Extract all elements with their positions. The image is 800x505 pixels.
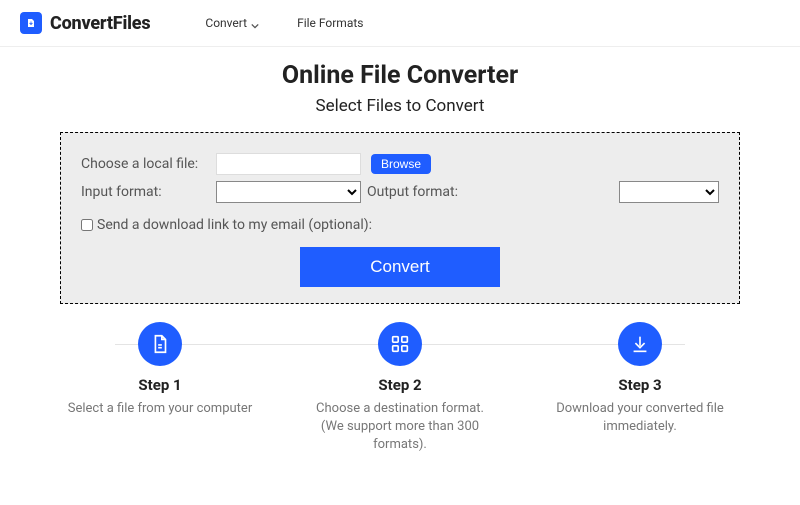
- row-choose-file: Choose a local file: Browse: [81, 153, 719, 175]
- chevron-down-icon: [251, 19, 259, 27]
- email-opt-label: Send a download link to my email (option…: [97, 217, 372, 233]
- step-1-desc: Select a file from your computer: [60, 400, 260, 418]
- choose-file-label: Choose a local file:: [81, 156, 216, 172]
- brand[interactable]: ConvertFiles: [20, 12, 150, 34]
- nav: Convert File Formats: [205, 16, 363, 30]
- file-input[interactable]: [216, 153, 361, 175]
- title-area: Online File Converter Select Files to Co…: [0, 61, 800, 116]
- download-icon: [618, 322, 662, 366]
- conversion-panel: Choose a local file: Browse Input format…: [60, 132, 740, 304]
- row-email-opt: Send a download link to my email (option…: [81, 217, 719, 233]
- input-format-label: Input format:: [81, 184, 216, 200]
- step-3: Step 3 Download your converted file imme…: [540, 322, 740, 455]
- nav-formats-label: File Formats: [297, 16, 363, 30]
- steps-section: Step 1 Select a file from your computer …: [0, 322, 800, 455]
- step-1: Step 1 Select a file from your computer: [60, 322, 260, 455]
- email-opt-checkbox[interactable]: [81, 219, 93, 231]
- step-3-desc: Download your converted file immediately…: [540, 400, 740, 436]
- output-format-select[interactable]: [619, 181, 719, 203]
- browse-button[interactable]: Browse: [371, 154, 431, 174]
- file-icon: [138, 322, 182, 366]
- logo-icon: [20, 12, 42, 34]
- nav-convert[interactable]: Convert: [205, 16, 259, 30]
- header: ConvertFiles Convert File Formats: [0, 0, 800, 47]
- grid-icon: [378, 322, 422, 366]
- convert-button[interactable]: Convert: [300, 247, 500, 287]
- page-subtitle: Select Files to Convert: [0, 96, 800, 116]
- step-2-title: Step 2: [300, 376, 500, 394]
- input-format-select[interactable]: [216, 181, 361, 203]
- step-3-title: Step 3: [540, 376, 740, 394]
- output-format-label: Output format:: [367, 184, 477, 200]
- step-1-title: Step 1: [60, 376, 260, 394]
- row-formats: Input format: Output format:: [81, 181, 719, 203]
- page-title: Online File Converter: [0, 61, 800, 90]
- step-2: Step 2 Choose a destination format. (We …: [300, 322, 500, 455]
- nav-file-formats[interactable]: File Formats: [297, 16, 363, 30]
- brand-text: ConvertFiles: [50, 13, 150, 34]
- step-2-desc: Choose a destination format. (We support…: [300, 400, 500, 455]
- nav-convert-label: Convert: [205, 16, 247, 30]
